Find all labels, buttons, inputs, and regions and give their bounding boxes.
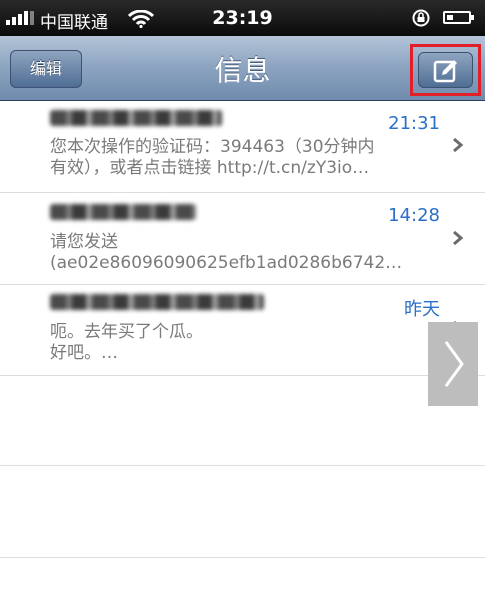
empty-row-divider (0, 465, 485, 466)
chevron-right-icon (453, 230, 464, 246)
list-item[interactable]: 昨天 呃。去年买了个瓜。 好吧。… (0, 285, 485, 376)
message-time: 昨天 (404, 299, 440, 320)
navigation-bar: 编辑 信息 (0, 36, 485, 101)
message-time: 21:31 (388, 113, 440, 134)
message-preview: 您本次操作的验证码：394463（30分钟内 有效），或者点击链接 http:/… (50, 137, 375, 178)
status-bar: 中国联通 23:19 (0, 0, 485, 36)
chevron-right-icon (444, 341, 464, 387)
chevron-right-icon (453, 137, 464, 153)
list-item[interactable]: 14:28 请您发送 (ae02e86096090625efb1ad0286b6… (0, 193, 485, 285)
message-preview: 请您发送 (ae02e86096090625efb1ad0286b6742… (50, 232, 403, 273)
list-item[interactable]: 21:31 您本次操作的验证码：394463（30分钟内 有效），或者点击链接 … (0, 101, 485, 193)
compose-icon (433, 60, 457, 83)
compose-highlight-box (410, 44, 481, 96)
message-preview: 呃。去年买了个瓜。 好吧。… (50, 322, 203, 363)
next-page-button[interactable] (428, 322, 478, 406)
message-time: 14:28 (388, 205, 440, 226)
compose-button[interactable] (418, 52, 473, 88)
empty-row-divider (0, 557, 485, 558)
sender-name-redacted (50, 294, 264, 310)
sender-name-redacted (50, 110, 222, 126)
sender-name-redacted (50, 204, 196, 220)
rotation-lock-icon (412, 9, 430, 27)
battery-icon (443, 11, 474, 24)
